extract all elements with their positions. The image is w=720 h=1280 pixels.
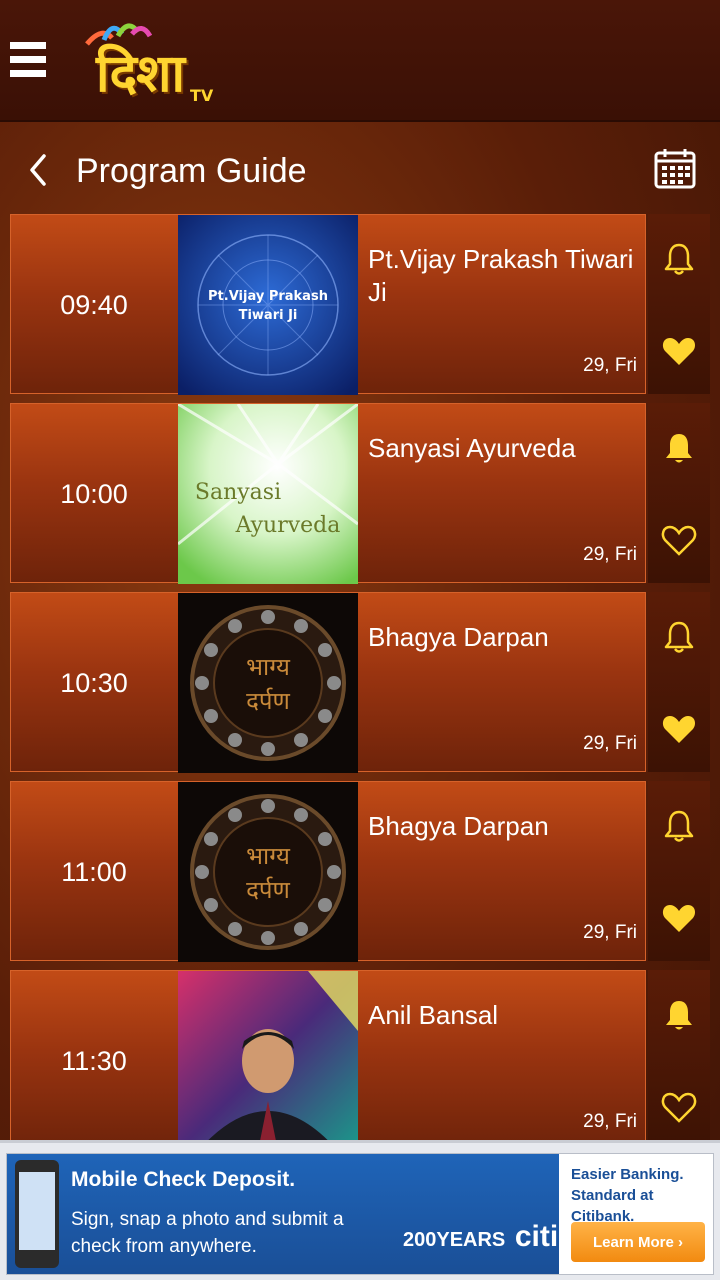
phone-icon [15, 1160, 59, 1268]
svg-text:भाग्य: भाग्य [246, 842, 291, 870]
program-date: 29, Fri [583, 544, 637, 565]
program-actions [648, 403, 710, 583]
page-title: Program Guide [76, 152, 307, 190]
program-item[interactable]: 10:00 Sanyasi Ayurveda Sanyasi Ayurveda … [10, 403, 646, 584]
svg-text:Pt.Vijay Prakash: Pt.Vijay Prakash [208, 289, 328, 304]
program-row: 11:00 भाग्य दर्पण Bhagya Darpan 29, Fri [10, 781, 710, 962]
program-row: 10:30 भाग्य दर्पण Bhagya Darpan 29, Fri [10, 592, 710, 773]
program-thumbnail [178, 971, 358, 1151]
program-row: 10:00 Sanyasi Ayurveda Sanyasi Ayurveda … [10, 403, 710, 584]
bell-filled-icon[interactable] [660, 429, 698, 467]
program-thumbnail: भाग्य दर्पण [178, 782, 358, 962]
program-actions [648, 970, 710, 1150]
program-thumbnail: Sanyasi Ayurveda [178, 404, 358, 584]
heart-outline-icon[interactable] [660, 521, 698, 559]
ad-content: Mobile Check Deposit. Sign, snap a photo… [6, 1153, 714, 1275]
calendar-icon[interactable] [652, 146, 698, 192]
logo-text: दिशा [96, 43, 185, 104]
program-item[interactable]: 09:40 Pt.Vijay Prakash Tiwari Ji Pt.Vija… [10, 214, 646, 395]
program-thumbnail: Pt.Vijay Prakash Tiwari Ji [178, 215, 358, 395]
heart-outline-icon[interactable] [660, 1088, 698, 1126]
program-title: Pt.Vijay Prakash Tiwari Ji [368, 244, 634, 307]
citi-logo: citi [514, 1220, 559, 1253]
program-item[interactable]: 11:00 भाग्य दर्पण Bhagya Darpan 29, Fri [10, 781, 646, 962]
program-title: Bhagya Darpan [368, 811, 549, 841]
ad-banner[interactable]: Mobile Check Deposit. Sign, snap a photo… [0, 1140, 720, 1280]
disha-tv-logo: दिशा TV [80, 14, 230, 106]
page-header: Program Guide [0, 124, 720, 214]
back-chevron-icon[interactable] [24, 150, 54, 190]
bell-outline-icon[interactable] [660, 240, 698, 278]
logo-tv-label: TV [190, 86, 214, 105]
program-list: 09:40 Pt.Vijay Prakash Tiwari Ji Pt.Vija… [10, 214, 710, 1159]
program-time: 09:40 [60, 289, 128, 320]
program-item[interactable]: 11:30 Anil Bansal 29, Fri [10, 970, 646, 1151]
ad-body: Sign, snap a photo and submit a check fr… [71, 1209, 344, 1257]
program-time: 11:00 [61, 856, 127, 887]
bell-outline-icon[interactable] [660, 618, 698, 656]
program-actions [648, 781, 710, 961]
svg-text:Tiwari Ji: Tiwari Ji [239, 308, 298, 323]
program-time: 10:00 [60, 478, 128, 509]
program-actions [648, 592, 710, 772]
svg-text:दर्पण: दर्पण [246, 876, 290, 904]
ad-tagline: Easier Banking. Standard at Citibank. [571, 1166, 684, 1225]
program-thumbnail: भाग्य दर्पण [178, 593, 358, 773]
program-row: 09:40 Pt.Vijay Prakash Tiwari Ji Pt.Vija… [10, 214, 710, 395]
program-title: Anil Bansal [368, 1000, 499, 1030]
heart-filled-icon[interactable] [660, 332, 698, 370]
program-date: 29, Fri [583, 733, 637, 754]
bell-filled-icon[interactable] [660, 996, 698, 1034]
ad-brand-line: 200YEARS citi [403, 1220, 558, 1254]
svg-text:दर्पण: दर्पण [246, 687, 290, 715]
ad-headline: Mobile Check Deposit. [71, 1168, 296, 1191]
svg-text:Sanyasi: Sanyasi [195, 480, 281, 505]
program-title: Bhagya Darpan [368, 622, 549, 652]
menu-icon[interactable] [10, 42, 48, 82]
bell-outline-icon[interactable] [660, 807, 698, 845]
ad-years: 200YEARS [403, 1229, 506, 1251]
program-time: 11:30 [61, 1045, 127, 1076]
program-time: 10:30 [60, 667, 128, 698]
learn-more-button[interactable]: Learn More › [571, 1222, 705, 1262]
app-bar: दिशा TV [0, 0, 720, 122]
ad-blue-panel: Mobile Check Deposit. Sign, snap a photo… [7, 1154, 559, 1274]
heart-filled-icon[interactable] [660, 710, 698, 748]
program-item[interactable]: 10:30 भाग्य दर्पण Bhagya Darpan 29, Fri [10, 592, 646, 773]
program-row: 11:30 Anil Bansal 29, Fri [10, 970, 710, 1151]
program-date: 29, Fri [583, 922, 637, 943]
program-date: 29, Fri [583, 1111, 637, 1132]
ad-right-panel: Easier Banking. Standard at Citibank. Le… [563, 1154, 713, 1274]
program-actions [648, 214, 710, 394]
svg-text:भाग्य: भाग्य [246, 653, 291, 681]
program-date: 29, Fri [583, 355, 637, 376]
program-title: Sanyasi Ayurveda [368, 433, 576, 463]
svg-text:Ayurveda: Ayurveda [235, 513, 341, 538]
heart-filled-icon[interactable] [660, 899, 698, 937]
